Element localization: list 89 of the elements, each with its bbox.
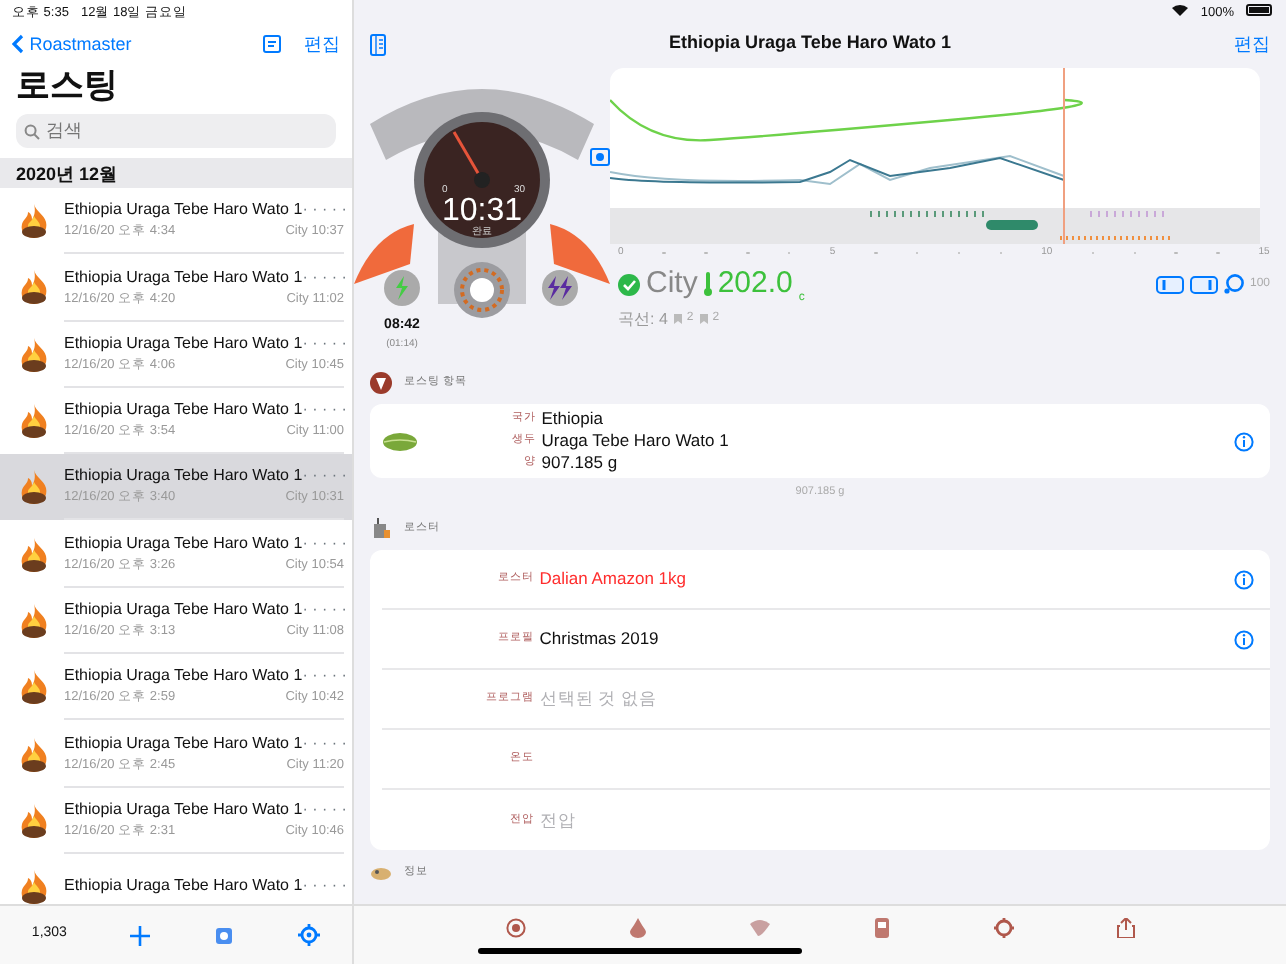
flame-bean-icon bbox=[16, 202, 52, 241]
rating-dots: · · · · · bbox=[302, 598, 347, 623]
rating-dots: · · · · · bbox=[302, 331, 347, 356]
item-title: Ethiopia Uraga Tebe Haro Wato 1 bbox=[64, 874, 303, 899]
info-icon[interactable] bbox=[1234, 629, 1254, 649]
camera-settings-icon[interactable] bbox=[590, 146, 610, 166]
rating-dots: · · · · · bbox=[302, 797, 347, 822]
item-title: Ethiopia Uraga Tebe Haro Wato 1 bbox=[64, 664, 303, 689]
bookmark-icon bbox=[699, 314, 707, 324]
check-circle-icon bbox=[618, 273, 640, 296]
rating-dots: · · · · · bbox=[302, 874, 347, 899]
leaf-icon[interactable] bbox=[749, 918, 769, 938]
item-title: Ethiopia Uraga Tebe Haro Wato 1 bbox=[64, 531, 303, 556]
flame-bean-icon bbox=[16, 668, 52, 707]
flame-bean-icon bbox=[16, 468, 52, 507]
fan-button-icon[interactable] bbox=[542, 270, 578, 306]
progress-pill bbox=[986, 220, 1038, 230]
roast-items-icon bbox=[370, 371, 392, 393]
drop-icon[interactable] bbox=[627, 918, 647, 938]
step-forward-icon[interactable] bbox=[1189, 275, 1218, 294]
rating-dots: · · · · · bbox=[302, 731, 347, 756]
item-title: Ethiopia Uraga Tebe Haro Wato 1 bbox=[64, 731, 303, 756]
field-value: 907.185 g bbox=[541, 452, 618, 474]
section-header: 2020년 12월 bbox=[0, 158, 352, 188]
page-title: 로스팅 bbox=[14, 64, 120, 108]
text-input[interactable]: 전압 bbox=[539, 807, 1254, 833]
badge-icon[interactable] bbox=[214, 925, 235, 945]
zoom-refresh-icon[interactable] bbox=[1223, 274, 1244, 295]
gauge-dial bbox=[414, 112, 550, 248]
item-title: Ethiopia Uraga Tebe Haro Wato 1 bbox=[64, 331, 303, 356]
text-input[interactable]: 선택된 것 없음 bbox=[539, 686, 1254, 712]
rating-dots: · · · · · bbox=[302, 265, 347, 290]
event-ticks bbox=[1060, 236, 1170, 240]
field-value: Uraga Tebe Haro Wato 1 bbox=[541, 430, 729, 452]
heat-dial-icon[interactable] bbox=[454, 262, 510, 318]
field-value: Ethiopia bbox=[541, 408, 603, 430]
target-icon[interactable] bbox=[505, 918, 525, 938]
flame-bean-icon bbox=[16, 801, 52, 840]
note-edit-icon[interactable] bbox=[262, 34, 282, 54]
flame-bean-icon bbox=[16, 535, 52, 574]
flame-bean-icon bbox=[16, 335, 52, 374]
flame-bean-icon bbox=[16, 601, 52, 640]
thermometer-icon bbox=[703, 272, 712, 297]
sidebar-toggle-icon[interactable] bbox=[370, 33, 386, 55]
event-ticks bbox=[870, 211, 990, 217]
share-icon[interactable] bbox=[1115, 918, 1135, 938]
rating-dots: · · · · · bbox=[302, 531, 347, 556]
edit-button[interactable]: 편집 bbox=[304, 35, 340, 53]
field-value: Dalian Amazon 1kg bbox=[539, 566, 686, 592]
item-title: Ethiopia Uraga Tebe Haro Wato 1 bbox=[64, 464, 303, 489]
flame-bean-icon bbox=[16, 402, 52, 441]
back-button[interactable]: Roastmaster bbox=[12, 34, 132, 54]
info-icon[interactable] bbox=[1234, 569, 1254, 589]
detail-title: Ethiopia Uraga Tebe Haro Wato 1 bbox=[666, 30, 954, 57]
settings-icon[interactable] bbox=[298, 924, 321, 946]
bookmark-icon bbox=[673, 314, 682, 324]
flame-bean-icon bbox=[16, 268, 52, 307]
flame-bean-icon bbox=[16, 868, 52, 904]
plus-icon[interactable] bbox=[130, 925, 151, 945]
wifi-icon bbox=[1172, 4, 1189, 16]
search-field[interactable]: 검색 bbox=[16, 114, 336, 148]
field-value: Christmas 2019 bbox=[539, 626, 659, 652]
needle-hub bbox=[474, 172, 490, 188]
settings-icon[interactable] bbox=[993, 918, 1013, 938]
item-title: Ethiopia Uraga Tebe Haro Wato 1 bbox=[64, 265, 303, 290]
coffee-bean-icon bbox=[382, 431, 418, 451]
rating-dots: · · · · · bbox=[302, 398, 347, 423]
item-title: Ethiopia Uraga Tebe Haro Wato 1 bbox=[64, 797, 303, 822]
edit-button[interactable]: 편집 bbox=[1234, 35, 1270, 53]
end-temperature: 202.0 bbox=[717, 264, 793, 304]
search-icon bbox=[24, 123, 40, 139]
roast-level: City bbox=[646, 264, 698, 304]
power-button-icon[interactable] bbox=[384, 270, 420, 306]
rating-dots: · · · · · bbox=[302, 198, 347, 223]
item-title: Ethiopia Uraga Tebe Haro Wato 1 bbox=[64, 198, 303, 223]
info-icon[interactable] bbox=[1234, 431, 1254, 451]
rating-dots: · · · · · bbox=[302, 464, 347, 489]
rating-dots: · · · · · bbox=[302, 664, 347, 689]
search-input[interactable]: 검색 bbox=[46, 117, 328, 145]
roaster-icon bbox=[370, 517, 392, 539]
step-back-icon[interactable] bbox=[1155, 275, 1184, 294]
roast-time: 10:31 bbox=[441, 194, 523, 228]
chevron-left-icon bbox=[12, 34, 24, 54]
item-title: Ethiopia Uraga Tebe Haro Wato 1 bbox=[64, 598, 303, 623]
item-title: Ethiopia Uraga Tebe Haro Wato 1 bbox=[64, 398, 303, 423]
card-icon[interactable] bbox=[871, 918, 891, 938]
curve-count: 곡선: 4 bbox=[618, 307, 668, 331]
battery-icon bbox=[1246, 4, 1274, 16]
flame-bean-icon bbox=[16, 735, 52, 774]
